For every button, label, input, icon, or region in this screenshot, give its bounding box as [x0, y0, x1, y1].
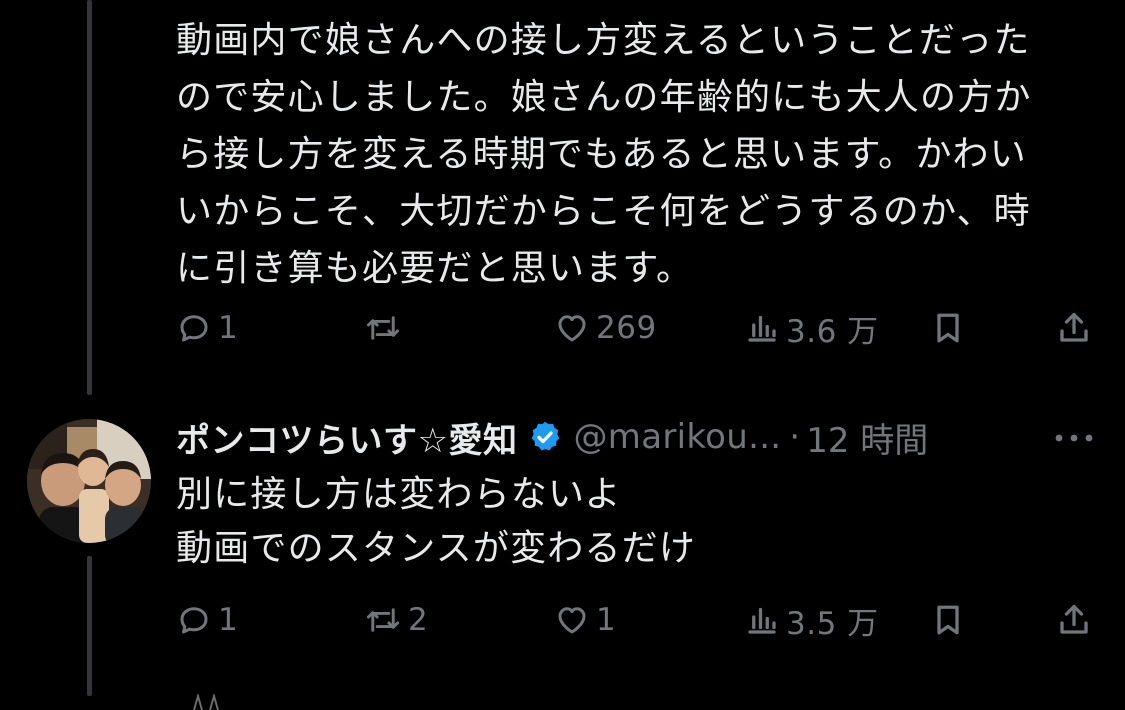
like-count: 1 — [596, 602, 617, 638]
retweet-icon — [366, 316, 400, 340]
reply-count: 1 — [218, 602, 239, 638]
retweet-button[interactable] — [364, 306, 408, 350]
more-icon — [1055, 434, 1093, 442]
thread-line-bottom — [87, 556, 92, 696]
like-button[interactable]: 269 — [554, 306, 657, 350]
views-count: 3.5 万 — [786, 605, 879, 642]
reply-button[interactable]: 1 — [176, 306, 238, 350]
bookmark-icon — [937, 605, 959, 635]
avatar[interactable] — [27, 419, 151, 543]
verified-badge-icon — [532, 421, 560, 451]
share-icon — [1060, 312, 1088, 342]
reply-button[interactable]: 1 — [176, 598, 238, 642]
heart-icon — [558, 607, 586, 634]
views-count: 3.6 万 — [786, 313, 879, 350]
share-icon — [1060, 604, 1088, 634]
views-button[interactable]: 3.5 万 — [744, 598, 879, 642]
share-button[interactable] — [1056, 598, 1092, 642]
reply-icon — [180, 315, 208, 342]
like-button[interactable]: 1 — [554, 598, 616, 642]
tweet-actions: 1 269 3.6 万 — [176, 306, 1100, 350]
views-icon — [748, 607, 776, 634]
bookmark-icon — [937, 313, 959, 343]
separator-dot: · — [789, 417, 801, 457]
heart-icon — [558, 315, 586, 342]
retweet-button[interactable]: 2 — [364, 598, 428, 642]
bookmark-button[interactable] — [931, 598, 965, 642]
retweet-count: 2 — [408, 602, 429, 638]
tweet-header: ポンコツらいす☆愛知 @marikou... · 12 時間 — [176, 412, 1100, 462]
author-handle[interactable]: @marikou... — [573, 417, 781, 457]
thread-line-top — [87, 0, 92, 395]
reply-icon — [180, 607, 208, 634]
retweet-icon — [366, 608, 400, 632]
views-icon — [748, 315, 776, 342]
tweet-actions: 1 2 1 3.5 万 — [176, 598, 1100, 642]
tweet-text: 動画内で娘さんへの接し方変えるということだった ので安心しました。娘さんの年齢的… — [176, 20, 1032, 289]
share-button[interactable] — [1056, 306, 1092, 350]
more-options-button[interactable] — [1054, 418, 1094, 458]
reply-count: 1 — [218, 310, 239, 346]
avatar-photo — [27, 419, 151, 543]
bookmark-button[interactable] — [931, 306, 965, 350]
tweet-text: 別に接し方は変わらないよ 動画でのスタンスが変わるだけ — [176, 474, 697, 569]
views-button[interactable]: 3.6 万 — [744, 306, 879, 350]
like-count: 269 — [596, 310, 657, 346]
verified-badge — [527, 419, 563, 455]
next-tweet-peek — [193, 694, 219, 710]
timestamp[interactable]: 12 時間 — [806, 413, 928, 462]
author-name[interactable]: ポンコツらいす☆愛知 — [176, 413, 517, 462]
